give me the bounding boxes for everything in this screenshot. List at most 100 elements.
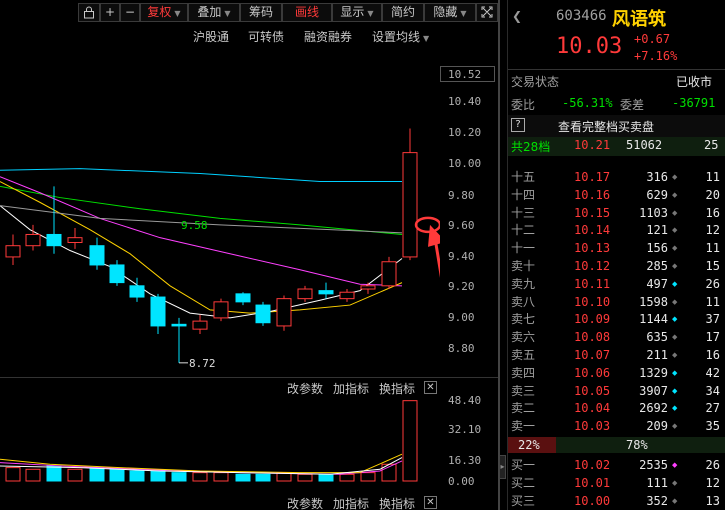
jianyue-button[interactable]: 简约 (382, 3, 424, 22)
ask-level-label: 卖六 (511, 330, 536, 345)
bid-row[interactable]: 买一 10.02 2535 26 ◆ (508, 456, 725, 474)
total-levels-vol: 51062 (626, 138, 663, 152)
ask-row[interactable]: 卖七 10.09 1144 37 ◆ (508, 310, 725, 328)
bid-price: 10.02 (574, 458, 611, 472)
change-indicator-icon: ◆ (672, 297, 678, 306)
fullscreen-icon[interactable] (476, 3, 498, 22)
ask-row[interactable]: 卖三 10.05 3907 34 ◆ (508, 382, 725, 400)
candle-body (109, 264, 125, 284)
change-indicator-icon: ◆ (672, 478, 678, 487)
ask-count: 27 (705, 401, 720, 416)
ind2-huanzhibiao-link[interactable]: 换指标 (379, 495, 415, 510)
view-full-orderbook-link[interactable]: 查看完整档买卖盘 (558, 118, 654, 135)
xianshi-dropdown[interactable]: 显示 ▼ (332, 3, 382, 22)
ask-level-label: 卖九 (511, 276, 536, 291)
ask-row[interactable]: 卖四 10.06 1329 42 ◆ (508, 364, 725, 382)
yincang-dropdown[interactable]: 隐藏 ▼ (424, 3, 476, 22)
ask-row[interactable]: 十三 10.15 1103 16 ◆ (508, 204, 725, 222)
ask-level-label: 十五 (511, 170, 536, 184)
collapse-arrow-icon[interactable]: ❮ (512, 9, 522, 23)
bid-volume: 111 (646, 475, 668, 490)
ma-settings-dropdown[interactable]: 设置均线 ▼ (372, 28, 429, 45)
ask-count: 34 (705, 383, 720, 398)
ask-price: 10.16 (574, 187, 611, 202)
candlestick-chart[interactable]: 9.58 8.72 (0, 48, 440, 378)
ind2-gaicanshu-link[interactable]: 改参数 (287, 495, 323, 510)
price-axis-label: 9.20 (448, 280, 475, 293)
quote-panel: ❮ 603466 风语筑 10.03 +0.67 +7.16% 交易状态 已收市… (508, 0, 725, 510)
ask-volume: 285 (646, 259, 668, 273)
chevron-down-icon: ▼ (174, 9, 181, 18)
zoom-out-button[interactable]: − (120, 3, 140, 22)
ask-row[interactable]: 十二 10.14 121 12 ◆ (508, 221, 725, 239)
ask-count: 20 (705, 187, 720, 202)
ask-price: 10.08 (574, 330, 611, 345)
bid-row[interactable]: 买三 10.00 352 13 ◆ (508, 492, 725, 510)
volume-bar (339, 473, 355, 482)
volume-axis-label: 32.10 (448, 423, 482, 436)
ind2-jiazhibiao-link[interactable]: 加指标 (333, 495, 369, 510)
sell-ratio-text: 78% (626, 438, 648, 452)
ask-count: 15 (705, 259, 720, 273)
ask-row[interactable]: 十一 10.13 156 11 ◆ (508, 239, 725, 257)
panel-divider (0, 377, 500, 378)
price-change-pct: +7.16% (634, 49, 678, 63)
volume-chart[interactable] (0, 395, 440, 495)
ask-row[interactable]: 卖九 10.11 497 26 ◆ (508, 275, 725, 293)
ask-volume: 497 (646, 276, 668, 291)
bid-price: 10.01 (574, 475, 611, 490)
ask-count: 16 (705, 348, 720, 362)
price-change: +0.67 (634, 32, 671, 46)
candle-body (318, 290, 334, 295)
ask-row[interactable]: 卖五 10.07 211 16 ◆ (508, 346, 725, 364)
yincang-label: 隐藏 (433, 5, 458, 19)
zoom-in-button[interactable]: + (100, 3, 120, 22)
ask-row[interactable]: 十五 10.17 316 11 ◆ (508, 168, 725, 186)
change-indicator-icon: ◆ (672, 351, 678, 359)
bid-count: 26 (705, 458, 720, 472)
fuquan-dropdown[interactable]: 复权 ▼ (140, 3, 188, 22)
rongzirongquan-link[interactable]: 融资融券 (304, 28, 352, 45)
ask-level-label: 十一 (511, 241, 536, 256)
collapse-handle[interactable]: ▸ (499, 455, 506, 479)
weicha-label: 委差 (620, 98, 645, 112)
ask-volume: 2692 (639, 401, 668, 416)
ma-settings-label: 设置均线 (372, 30, 421, 44)
ask-level-label: 卖八 (511, 294, 536, 309)
total-levels-row: 共28档 10.21 51062 25 (508, 137, 725, 156)
chouma-button[interactable]: 筹码 (240, 3, 282, 22)
view-full-orderbook-row[interactable]: ? 查看完整档买卖盘 (508, 115, 725, 137)
huaxian-button[interactable]: 画线 (282, 3, 332, 22)
ask-row[interactable]: 卖十 10.12 285 15 ◆ (508, 257, 725, 275)
candle-body (297, 288, 313, 300)
ask-count: 11 (705, 294, 720, 309)
close-icon[interactable]: ✕ (424, 381, 437, 394)
candle-body (276, 298, 292, 327)
lock-icon[interactable] (78, 3, 100, 22)
volume-bar (192, 472, 208, 482)
ask-price: 10.03 (574, 419, 611, 434)
volume-bar (25, 468, 41, 482)
bid-row[interactable]: 买二 10.01 111 12 ◆ (508, 474, 725, 492)
ask-row[interactable]: 卖六 10.08 635 17 ◆ (508, 328, 725, 346)
xianshi-label: 显示 (340, 5, 365, 19)
bid-count: 13 (705, 493, 720, 508)
volume-bar (235, 473, 251, 482)
volume-bar (402, 400, 418, 482)
diejia-dropdown[interactable]: 叠加 ▼ (188, 3, 240, 22)
ask-row[interactable]: 卖一 10.03 209 35 ◆ (508, 417, 725, 435)
volume-axis-label: 48.40 (448, 394, 482, 407)
ask-row[interactable]: 卖八 10.10 1598 11 ◆ (508, 293, 725, 311)
ask-row[interactable]: 十四 10.16 629 20 ◆ (508, 186, 725, 204)
status-value: 已收市 (676, 75, 713, 89)
close-icon[interactable]: ✕ (424, 496, 437, 509)
ask-volume: 1144 (639, 312, 668, 327)
ask-row[interactable]: 卖二 10.04 2692 27 ◆ (508, 399, 725, 417)
price-axis-label: 10.20 (448, 126, 482, 139)
change-indicator-icon: ◆ (672, 262, 678, 270)
hugutong-link[interactable]: 沪股通 (193, 28, 229, 45)
kezhuanzhai-link[interactable]: 可转债 (248, 28, 284, 45)
help-icon[interactable]: ? (511, 118, 525, 132)
candle-body (402, 152, 418, 258)
ask-level-label: 十四 (511, 187, 536, 202)
